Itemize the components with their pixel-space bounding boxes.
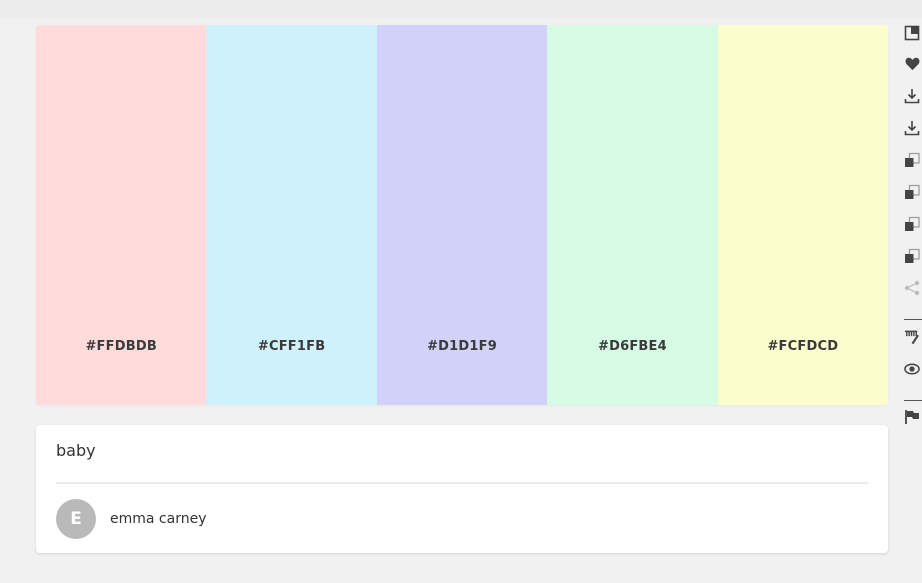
copy-icon[interactable] — [904, 248, 920, 264]
palette-tool-icon[interactable] — [904, 329, 920, 345]
copy-icon[interactable] — [904, 216, 920, 232]
color-swatch-5[interactable]: #FCFDCD — [717, 25, 888, 405]
color-swatch-2[interactable]: #CFF1FB — [206, 25, 377, 405]
top-bar — [0, 0, 922, 18]
hex-label[interactable]: #FCFDCD — [718, 339, 888, 354]
sidebar-divider — [904, 400, 922, 401]
action-sidebar — [900, 22, 922, 442]
download-icon[interactable] — [904, 120, 920, 136]
hex-label[interactable]: #D6FBE4 — [547, 339, 717, 354]
download-icon[interactable] — [904, 88, 920, 104]
heart-icon[interactable] — [904, 56, 920, 72]
author-name[interactable]: emma carney — [110, 511, 206, 527]
palette-info-card: baby E emma carney — [36, 425, 888, 553]
eye-icon[interactable] — [904, 361, 920, 377]
copy-icon[interactable] — [904, 152, 920, 168]
hex-label[interactable]: #CFF1FB — [206, 339, 376, 354]
hex-label[interactable]: #D1D1F9 — [377, 339, 547, 354]
flag-icon[interactable] — [904, 409, 920, 425]
color-swatch-4[interactable]: #D6FBE4 — [547, 25, 718, 405]
color-swatch-1[interactable]: #FFDBDB — [36, 25, 207, 405]
open-new-icon[interactable] — [904, 25, 920, 41]
color-swatch-3[interactable]: #D1D1F9 — [376, 25, 548, 405]
share-icon[interactable] — [904, 280, 920, 296]
color-palette: #FFDBDB #CFF1FB #D1D1F9 #D6FBE4 #FCFDCD — [36, 25, 888, 405]
avatar-initial: E — [70, 509, 82, 529]
palette-title: baby — [56, 441, 96, 460]
card-divider — [56, 482, 868, 484]
hex-label[interactable]: #FFDBDB — [36, 339, 206, 354]
avatar[interactable]: E — [56, 499, 96, 539]
sidebar-divider — [904, 319, 922, 320]
copy-icon[interactable] — [904, 184, 920, 200]
